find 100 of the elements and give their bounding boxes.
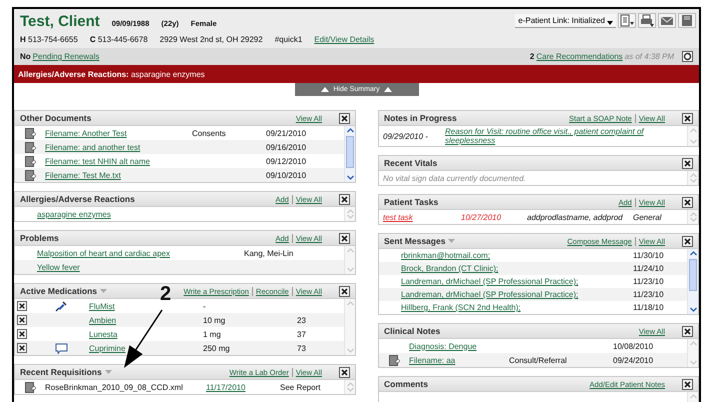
close-icon[interactable] <box>682 326 693 336</box>
table-cell: 11/18/10 <box>633 303 664 312</box>
row-link[interactable]: Diagnosis: Dengue <box>409 342 477 350</box>
table-cell: 11/23/10 <box>633 277 664 286</box>
row-link[interactable]: asparagine enzymes <box>37 210 111 218</box>
remove-icon[interactable] <box>17 301 27 311</box>
row-link[interactable]: Lunesta <box>89 330 118 338</box>
callout-number: 2 <box>160 283 172 306</box>
panel-title: Other Documents <box>20 113 92 123</box>
row-link[interactable]: rbrinkman@hotmail.com; <box>401 251 490 260</box>
panel-title: Recent Vitals <box>384 158 438 168</box>
row-link[interactable]: FluMist <box>89 302 115 310</box>
scrollbar[interactable] <box>344 126 355 182</box>
table-cell: 11/23/10 <box>633 290 664 299</box>
remove-icon[interactable] <box>17 315 27 325</box>
table-cell: RoseBrinkman_2010_09_08_CCD.xml <box>45 382 183 392</box>
panel-title: Patient Tasks <box>384 197 438 207</box>
row-link[interactable]: Malposition of heart and cardiac apex <box>37 248 170 258</box>
edit-details-link[interactable]: Edit/View Details <box>314 35 374 44</box>
panel-title: Clinical Notes <box>384 326 440 336</box>
triangle-up-icon <box>321 87 330 92</box>
speech-bubble-icon <box>54 342 68 354</box>
pending-renewals-link[interactable]: Pending Renewals <box>32 52 100 61</box>
allergy-text: Allergies/Adverse Reactions: asparagine enzymes <box>18 70 205 78</box>
close-icon[interactable] <box>339 194 350 204</box>
phone-number: C 513-445-6678 <box>90 35 148 44</box>
row-link[interactable]: Filename: test NHIN alt name <box>45 156 150 166</box>
scrollbar[interactable] <box>687 249 698 314</box>
envelope-icon[interactable] <box>658 13 676 28</box>
scroll-up-icon[interactable] <box>346 128 354 133</box>
panel-title: Sent Messages <box>384 236 446 246</box>
row-link[interactable]: test task <box>383 212 413 222</box>
table-cell: 23 <box>297 316 306 324</box>
panel-title: Recent Requisitions <box>20 367 102 377</box>
close-icon[interactable] <box>339 112 350 124</box>
table-cell: 10 mg <box>203 316 226 324</box>
row-link[interactable]: Reason for Visit: routine office visit., patient complaint of sleeplessness <box>445 127 683 145</box>
triangle-up-icon <box>384 87 392 92</box>
e-patient-link-dropdown[interactable]: e-Patient Link: Initialized <box>515 14 616 28</box>
close-icon[interactable] <box>682 158 693 168</box>
row-link[interactable]: Ambien <box>89 316 116 324</box>
row-link[interactable]: Landreman, drMichael (SP Professional Practice); <box>401 277 578 286</box>
document-icon[interactable] <box>24 170 36 180</box>
patient-name: Test, Client <box>20 13 100 30</box>
panel-title: Notes in Progress <box>384 113 457 123</box>
table-cell: - <box>203 302 206 310</box>
close-icon[interactable] <box>682 236 693 246</box>
form-icon[interactable] <box>618 13 636 28</box>
table-cell: Consents <box>192 128 226 138</box>
recommendations-count: 2 <box>530 52 534 61</box>
table-cell: 09/12/2010 <box>266 156 306 166</box>
table-cell: See Report <box>280 382 320 392</box>
row-link[interactable]: Filename: aa <box>409 356 456 364</box>
panel-title: Allergies/Adverse Reactions <box>20 194 135 204</box>
care-recommendations-link[interactable]: Care Recommendations <box>536 52 623 61</box>
table-cell: 09/29/2010 - <box>383 132 428 140</box>
row-link[interactable]: Filename: Test Me.txt <box>45 170 121 180</box>
table-cell: 11/30/10 <box>633 251 664 260</box>
table-cell: Consult/Referral <box>509 356 567 364</box>
caret-down-icon <box>607 20 613 24</box>
table-cell: Kang, Mei-Lin <box>244 248 294 258</box>
row-link[interactable]: Filename: and another test <box>45 142 140 152</box>
scroll-down-icon[interactable] <box>346 175 354 180</box>
close-icon[interactable] <box>339 366 350 378</box>
document-icon[interactable] <box>24 382 36 392</box>
table-cell: 09/10/2010 <box>266 170 306 180</box>
scroll-up-icon[interactable] <box>690 251 696 256</box>
patient-address: 2929 West 2nd st, OH 29292 <box>160 35 263 44</box>
table-cell: 1 mg <box>203 330 221 338</box>
phone-number: H 513-754-6655 <box>20 35 78 44</box>
close-icon[interactable] <box>682 196 693 208</box>
row-link[interactable]: Yellow fever <box>37 262 80 272</box>
remove-icon[interactable] <box>17 343 27 353</box>
close-icon[interactable] <box>339 286 350 296</box>
close-icon[interactable] <box>339 232 350 244</box>
table-cell: General <box>633 212 662 222</box>
close-icon[interactable] <box>682 112 693 124</box>
renewals-count: No <box>20 52 31 61</box>
table-cell: 10/27/2010 <box>461 212 502 222</box>
row-link[interactable]: Landreman, drMichael (SP Professional Practice); <box>401 290 578 299</box>
document-icon[interactable] <box>24 128 36 138</box>
row-link[interactable]: 11/17/2010 <box>206 382 246 392</box>
panel-title: Problems <box>20 233 59 243</box>
row-link[interactable]: Brock, Brandon (CT Clinic); <box>401 264 498 273</box>
row-link[interactable]: Filename: Another Test <box>45 128 127 138</box>
printer-icon[interactable] <box>638 13 656 28</box>
refresh-icon[interactable] <box>682 51 693 62</box>
document-icon[interactable] <box>24 156 36 166</box>
row-link[interactable]: Hillberg, Frank (SCN 2nd Health); <box>401 303 521 312</box>
row-link[interactable]: Cuprimine <box>89 344 126 352</box>
remove-icon[interactable] <box>17 329 27 339</box>
syringe-icon <box>55 300 67 312</box>
table-cell: 09/24/2010 <box>613 356 654 364</box>
book-icon[interactable] <box>678 13 696 28</box>
document-icon[interactable] <box>388 354 400 366</box>
scroll-down-icon[interactable] <box>690 307 696 312</box>
close-icon[interactable] <box>682 378 693 390</box>
document-icon[interactable] <box>24 142 36 152</box>
table-cell: addprodlastname, addprod <box>527 212 623 222</box>
table-cell: 10/08/2010 <box>613 342 654 350</box>
